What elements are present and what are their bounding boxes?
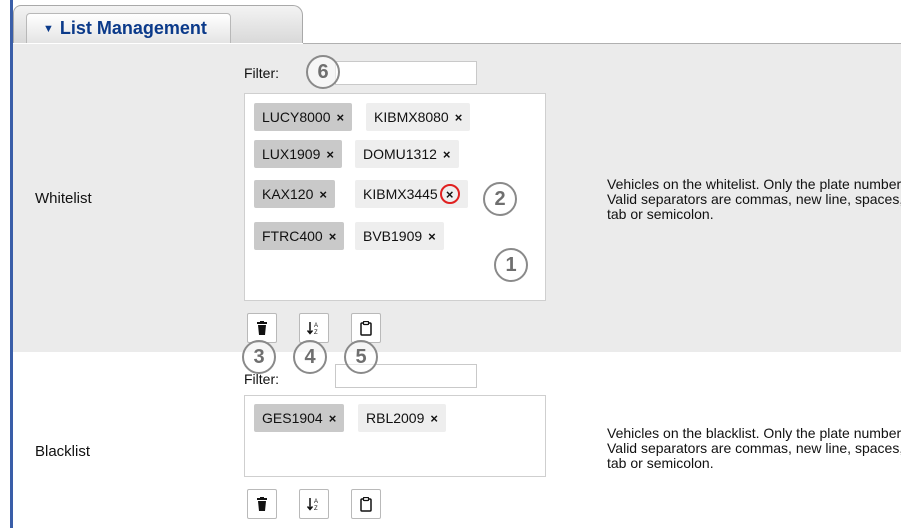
section-title: List Management [59, 18, 207, 38]
sort-list-button[interactable]: AZ [299, 313, 329, 343]
whitelist-tag[interactable]: LUX1909 × [254, 140, 342, 168]
blacklist-tag[interactable]: RBL2009 × [358, 404, 446, 432]
remove-tag-icon[interactable]: × [455, 110, 463, 125]
clipboard-icon [360, 496, 372, 512]
caret-down-icon: ▼ [43, 22, 54, 35]
whitelist-tag[interactable]: BVB1909 × [355, 222, 444, 250]
callout-5: 5 [344, 340, 378, 374]
remove-tag-icon[interactable]: × [329, 229, 337, 244]
callout-4: 4 [293, 340, 327, 374]
callout-1: 1 [494, 248, 528, 282]
trash-icon [257, 497, 267, 511]
copy-list-button[interactable] [351, 313, 381, 343]
blacklist-label: Blacklist [35, 443, 91, 460]
whitelist-tag[interactable]: KIBMX8080 × [366, 103, 471, 131]
copy-list-button[interactable] [351, 489, 381, 519]
callout-2: 2 [483, 182, 517, 216]
svg-text:Z: Z [314, 330, 318, 335]
clear-list-button[interactable] [247, 489, 277, 519]
whitelist-tag[interactable]: FTRC400 × [254, 222, 345, 250]
remove-tag-icon[interactable]: × [329, 411, 337, 426]
trash-icon [257, 321, 267, 335]
whitelist-tag[interactable]: KAX120 × [254, 180, 335, 208]
whitelist-filter-label: Filter: [244, 65, 279, 81]
clipboard-icon [360, 320, 372, 336]
sort-icon: AZ [306, 322, 318, 335]
remove-tag-icon[interactable]: × [439, 184, 460, 204]
list-management-header[interactable]: ▼ List Management [26, 13, 231, 43]
sort-icon: AZ [306, 498, 318, 511]
remove-tag-icon[interactable]: × [443, 147, 451, 162]
callout-6: 6 [306, 55, 340, 89]
remove-tag-icon[interactable]: × [326, 147, 334, 162]
whitelist-description: Vehicles on the whitelist. Only the plat… [607, 176, 901, 222]
blacklist-section: Blacklist Filter: GES1904 × RBL2009 × Vehi… [13, 352, 901, 528]
whitelist-tag-highlighted[interactable]: KIBMX3445 × [355, 180, 468, 208]
remove-tag-icon[interactable]: × [428, 229, 436, 244]
clear-list-button[interactable] [247, 313, 277, 343]
remove-tag-icon[interactable]: × [337, 110, 345, 125]
svg-text:A: A [314, 499, 318, 505]
whitelist-tag[interactable]: DOMU1312 × [355, 140, 459, 168]
svg-text:Z: Z [314, 506, 318, 511]
callout-3: 3 [242, 340, 276, 374]
whitelist-section: Whitelist Filter: LUCY8000 × KIBMX8080 × L… [13, 44, 901, 352]
whitelist-filter-input[interactable] [335, 61, 477, 85]
whitelist-tag[interactable]: LUCY8000 × [254, 103, 353, 131]
svg-text:A: A [314, 323, 318, 329]
whitelist-label: Whitelist [35, 190, 92, 207]
blacklist-tag-box[interactable]: GES1904 × RBL2009 × [244, 395, 546, 477]
blacklist-description: Vehicles on the blacklist. Only the plat… [607, 425, 901, 471]
remove-tag-icon[interactable]: × [430, 411, 438, 426]
blacklist-tag[interactable]: GES1904 × [254, 404, 345, 432]
sort-list-button[interactable]: AZ [299, 489, 329, 519]
remove-tag-icon[interactable]: × [319, 187, 327, 202]
